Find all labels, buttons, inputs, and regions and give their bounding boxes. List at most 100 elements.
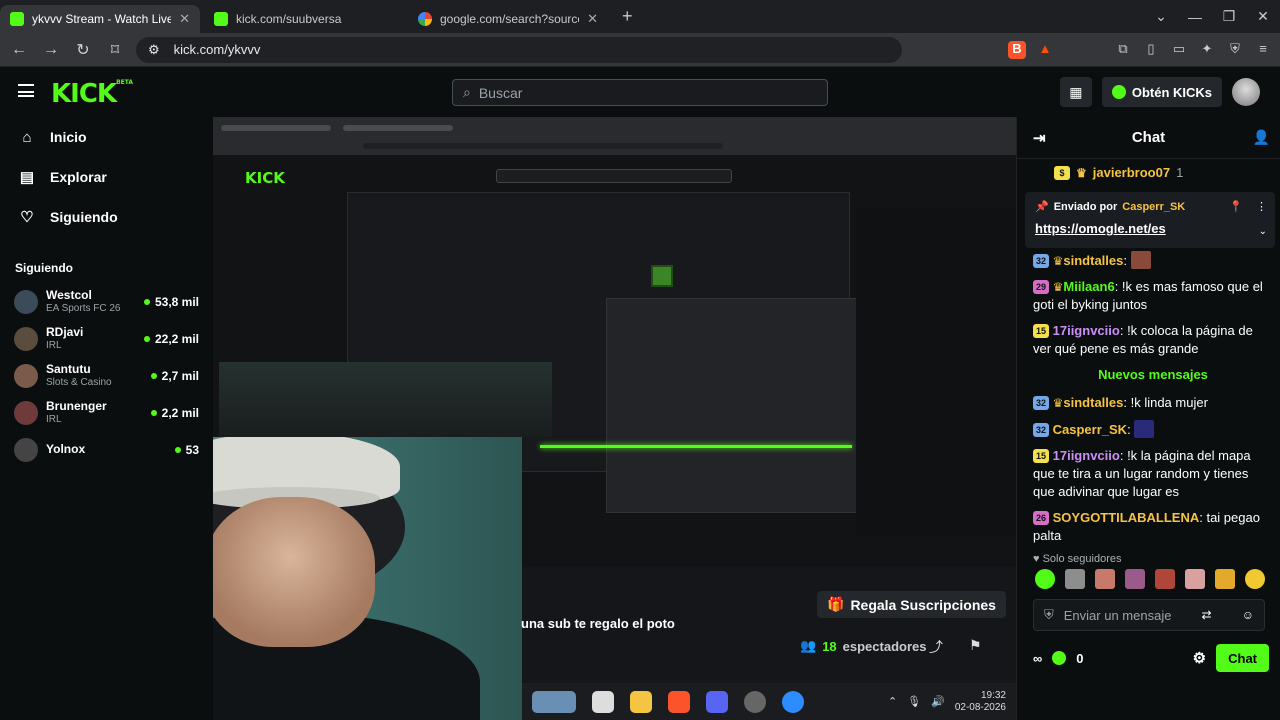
kick-favicon-icon (214, 11, 228, 26)
emote[interactable] (1155, 569, 1175, 589)
kick-favicon-icon (10, 11, 24, 26)
bookmark-icon[interactable]: ⌑ (104, 40, 126, 60)
vpn-icon[interactable]: ⛨ (1226, 41, 1244, 59)
nav-label: Inicio (50, 129, 87, 145)
emote-bar (1035, 569, 1265, 589)
channel-viewers-count: 2,2 mil (161, 405, 199, 420)
forward-icon[interactable]: → (40, 41, 62, 59)
sidebar-item-inicio[interactable]: ⌂ Inicio (0, 117, 213, 157)
sidebar-item-siguiendo[interactable]: ♡ Siguiendo (0, 197, 213, 237)
captured-browser-chrome (213, 117, 1016, 155)
channel-info: Westcol EA Sports FC 26 (46, 288, 136, 315)
following-channel-item[interactable]: RDjavi IRL 22,2 mil (0, 320, 213, 357)
following-channel-item[interactable]: Santutu Slots & Casino 2,7 mil (0, 357, 213, 394)
subscriber-badge: 15 (1033, 449, 1049, 463)
more-options-icon[interactable]: ⋮ (1256, 200, 1267, 213)
chat-message-input[interactable]: ⛨ Enviar un mensaje ⇄ ☺ (1033, 599, 1265, 631)
minimize-icon[interactable]: — (1178, 9, 1212, 25)
subscriber-badge: 26 (1033, 511, 1049, 525)
emote[interactable] (1035, 569, 1055, 589)
brave-rewards-icon[interactable]: ▲ (1036, 41, 1054, 59)
channel-category: IRL (46, 339, 62, 351)
close-window-icon[interactable]: ✕ (1246, 8, 1280, 25)
subscriber-badge: 32 (1033, 254, 1049, 268)
logo-text: KICK (51, 79, 117, 109)
sidebar-item-explorar[interactable]: ▤ Explorar (0, 157, 213, 197)
top-gifter[interactable]: $ ♛ javierbroo07 1 (1054, 165, 1183, 180)
emote[interactable] (1095, 569, 1115, 589)
following-channel-item[interactable]: Yolnox 53 (0, 431, 213, 468)
channel-viewers: 2,7 mil (150, 369, 199, 383)
unpin-icon[interactable]: 📍 (1229, 200, 1243, 213)
chat-users-icon[interactable]: 👤 (1253, 129, 1270, 146)
channel-info: RDjavi IRL (46, 325, 136, 352)
pinned-link[interactable]: https://omogle.net/es (1035, 221, 1265, 236)
chat-username[interactable]: sindtalles (1063, 395, 1123, 410)
following-channel-item[interactable]: Westcol EA Sports FC 26 53,8 mil (0, 283, 213, 320)
get-kicks-button[interactable]: Obtén KICKs (1101, 77, 1222, 107)
collapse-chat-icon[interactable]: ⇥ (1033, 129, 1046, 147)
brave-shields-icon[interactable]: B (1008, 40, 1026, 59)
emote[interactable] (1185, 569, 1205, 589)
chevron-down-icon[interactable]: ⌄ (1259, 226, 1267, 237)
send-chat-button[interactable]: Chat (1216, 644, 1269, 672)
translate-icon[interactable]: ⇄ (1202, 608, 1212, 622)
chat-messages: 32 ♛sindtalles: 29 ♛Miilaan6: !k es mas … (1033, 251, 1273, 553)
chat-username[interactable]: Miilaan6 (1063, 279, 1114, 294)
back-icon[interactable]: ← (8, 41, 30, 59)
search-input[interactable]: ⌕ Buscar (452, 79, 828, 106)
gift-icon[interactable]: ▦ (1059, 77, 1092, 107)
emoji-icon[interactable]: ☺ (1242, 608, 1254, 622)
google-favicon-icon (418, 11, 432, 26)
menu-icon[interactable]: ≡ (1254, 41, 1272, 59)
address-bar[interactable]: ⚙ kick.com/ykvvv (136, 36, 902, 63)
extensions-icon[interactable]: ⧉ (1114, 41, 1132, 59)
gift-subscriptions-button[interactable]: 🎁 Regala Suscripciones (817, 591, 1006, 618)
live-dot-icon (143, 298, 150, 305)
share-icon[interactable]: ⤴ (929, 637, 943, 657)
close-tab-icon[interactable]: ✕ (179, 11, 190, 27)
kick-logo[interactable]: KICKBETA (51, 79, 133, 109)
chat-username[interactable]: 17iignvciio (1053, 448, 1120, 463)
new-tab-icon[interactable]: + (612, 6, 643, 27)
reload-icon[interactable]: ↻ (72, 40, 94, 60)
close-tab-icon[interactable]: ✕ (587, 11, 598, 27)
chat-username[interactable]: 17iignvciio (1053, 323, 1120, 338)
browser-tab-2[interactable]: google.com/search?source=lns.web.g ✕ (408, 5, 608, 33)
live-dot-icon (143, 335, 150, 342)
chat-username[interactable]: SOYGOTTILABALLENA (1053, 510, 1200, 525)
chat-username[interactable]: sindtalles (1063, 253, 1123, 268)
heart-icon: ♡ (20, 209, 34, 226)
sidebar-icon[interactable]: ▯ (1142, 41, 1160, 59)
chat-emote (1134, 420, 1155, 438)
captured-start-menu (606, 298, 861, 513)
tab-search-icon[interactable]: ⌄ (1144, 8, 1178, 25)
nav-label: Explorar (50, 169, 107, 185)
channel-viewers: 22,2 mil (143, 332, 199, 346)
maximize-icon[interactable]: ❐ (1212, 8, 1246, 25)
site-info-icon[interactable]: ⚙ (148, 42, 160, 58)
channel-viewers: 53 (174, 443, 199, 457)
tab-title: google.com/search?source=lns.web.g (440, 11, 579, 26)
gear-icon[interactable]: ⚙ (1193, 649, 1206, 667)
emote[interactable] (1125, 569, 1145, 589)
browser-tab-0[interactable]: ykvvv Stream - Watch Live on ✕ (0, 4, 200, 33)
gifter-count: 1 (1176, 165, 1184, 180)
new-messages-divider[interactable]: Nuevos mensajes (1033, 366, 1273, 384)
chat-username[interactable]: Casperr_SK (1053, 422, 1127, 437)
emote[interactable] (1065, 569, 1085, 589)
browser-tabbar: ykvvv Stream - Watch Live on ✕ kick.com/… (0, 0, 1280, 33)
infinity-icon[interactable]: ∞ (1033, 651, 1042, 666)
chat-message: 32 ♛sindtalles: !k linda mujer (1033, 394, 1273, 412)
emote[interactable] (1215, 569, 1235, 589)
wallet-icon[interactable]: ▭ (1170, 41, 1188, 59)
hamburger-menu-icon[interactable] (18, 84, 34, 97)
chat-message: 26 SOYGOTTILABALLENA: tai pegao palta (1033, 510, 1260, 543)
following-channel-item[interactable]: Brunenger IRL 2,2 mil (0, 394, 213, 431)
live-dot-icon (150, 409, 157, 416)
emote[interactable] (1245, 569, 1265, 589)
report-icon[interactable]: ⚑ (969, 637, 982, 654)
browser-tab-1[interactable]: kick.com/suubversa (204, 5, 404, 33)
user-avatar[interactable] (1232, 78, 1260, 106)
leo-icon[interactable]: ✦ (1198, 41, 1216, 59)
